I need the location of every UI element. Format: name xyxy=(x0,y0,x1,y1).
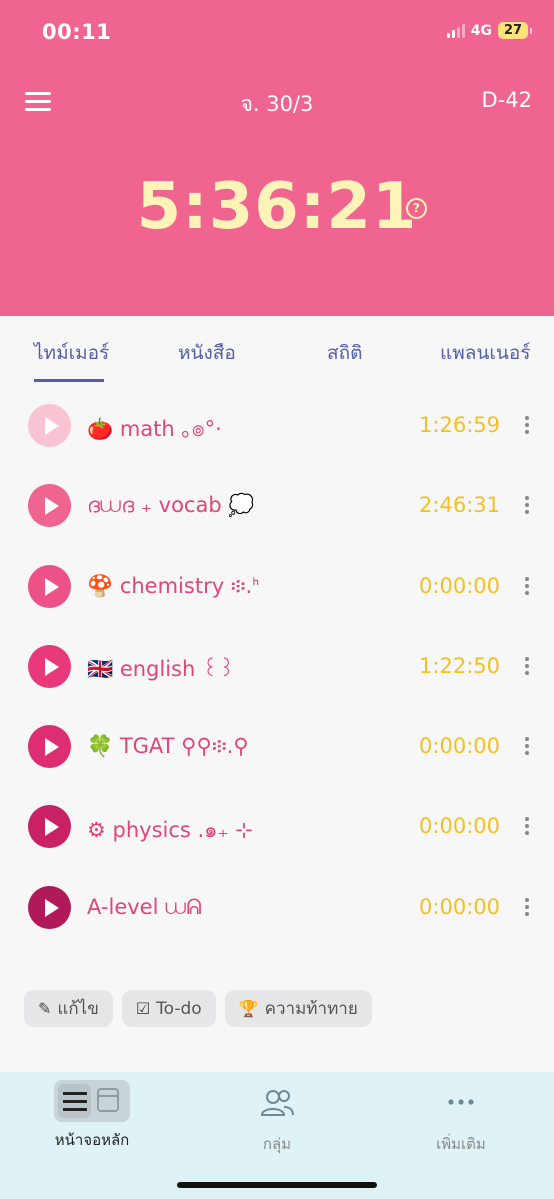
subject-row[interactable]: 🇬🇧 english ꒰꒱ 1:22:50 xyxy=(0,627,554,707)
total-timer: 5:36:21 xyxy=(136,170,418,244)
date-label: จ. 30/3 xyxy=(240,92,314,116)
subject-time: 0:00:00 xyxy=(419,894,500,919)
subject-name: 🍀 TGAT ⚲⚲፨.⚲ xyxy=(87,734,249,759)
more-options-icon[interactable] xyxy=(524,416,530,436)
header-panel: 00:11 4G 27 จ. 30/3 D-42 5:36:21 ? xyxy=(0,0,554,316)
dday-label[interactable]: D-42 xyxy=(482,88,532,112)
battery-icon: 27 xyxy=(498,22,528,39)
play-button[interactable] xyxy=(28,484,71,528)
more-options-icon[interactable] xyxy=(524,817,530,837)
tab-planner[interactable]: แพลนเนอร์ xyxy=(440,338,531,368)
network-label: 4G xyxy=(470,22,492,39)
tab-timer[interactable]: ไทม์เมอร์ xyxy=(34,338,109,368)
subject-name: A-level ⩊ᕱ xyxy=(87,894,202,919)
more-options-icon[interactable] xyxy=(524,897,530,918)
active-tab-indicator xyxy=(34,379,104,382)
battery-tip xyxy=(530,27,532,34)
subject-name: ദ⩊ദ ₊ vocab 💭 xyxy=(87,493,255,518)
bottom-nav: หน้าจอหลัก กลุ่ม เพิ่มเติม xyxy=(0,1072,554,1199)
checkbox-icon: ☑ xyxy=(135,999,151,1018)
status-time: 00:11 xyxy=(42,20,112,44)
subject-row[interactable]: 🍅 math ｡๏°· 1:26:59 xyxy=(0,386,554,466)
subject-row[interactable]: ⚙ physics .๑₊ ⊹ 0:00:00 xyxy=(0,787,554,867)
nav-more-label: เพิ่มเติม xyxy=(436,1135,486,1153)
subject-name: ⚙ physics .๑₊ ⊹ xyxy=(87,818,253,843)
subject-time: 1:26:59 xyxy=(419,413,500,437)
trophy-icon: 🏆 xyxy=(238,999,259,1018)
group-icon xyxy=(260,1090,294,1116)
subject-name: 🇬🇧 english ꒰꒱ xyxy=(87,656,235,681)
play-button[interactable] xyxy=(28,564,71,608)
nav-home[interactable]: หน้าจอหลัก xyxy=(52,1080,132,1152)
subject-time: 1:22:50 xyxy=(419,653,500,678)
challenge-button[interactable]: 🏆 ความท้าทาย xyxy=(224,990,372,1027)
signal-icon xyxy=(446,23,465,38)
nav-more[interactable]: เพิ่มเติม xyxy=(421,1080,501,1156)
more-options-icon[interactable] xyxy=(524,576,530,597)
pencil-icon: ✎ xyxy=(38,999,52,1018)
list-view-icon xyxy=(58,1084,91,1118)
challenge-label: ความท้าทาย xyxy=(264,999,358,1019)
subject-name: 🍄 chemistry ፨.ᑋ xyxy=(87,573,260,598)
action-chips: ✎ แก้ไข ☑ To-do 🏆 ความท้าทาย xyxy=(24,990,372,1027)
more-dots-icon xyxy=(448,1099,474,1105)
subject-time: 2:46:31 xyxy=(419,493,500,518)
play-button[interactable] xyxy=(28,805,71,849)
home-view-toggle[interactable] xyxy=(54,1080,130,1122)
subject-row[interactable]: A-level ⩊ᕱ 0:00:00 xyxy=(0,868,554,948)
nav-group[interactable]: กลุ่ม xyxy=(237,1080,317,1156)
play-button[interactable] xyxy=(28,404,71,447)
subject-list: 🍅 math ｡๏°· 1:26:59 ദ⩊ദ ₊ vocab 💭 2:46:3… xyxy=(0,386,554,948)
more-options-icon[interactable] xyxy=(524,656,530,677)
edit-button[interactable]: ✎ แก้ไข xyxy=(24,990,113,1027)
tab-bar: ไทม์เมอร์ หนังสือ สถิติ แพลนเนอร์ xyxy=(0,316,554,386)
subject-name: 🍅 math ｡๏°· xyxy=(87,417,222,441)
nav-home-label: หน้าจอหลัก xyxy=(54,1131,130,1149)
subject-row[interactable]: ദ⩊ദ ₊ vocab 💭 2:46:31 xyxy=(0,466,554,546)
status-indicators: 4G 27 xyxy=(446,22,532,39)
subject-time: 0:00:00 xyxy=(419,734,500,759)
subject-time: 0:00:00 xyxy=(419,814,500,839)
more-options-icon[interactable] xyxy=(524,496,530,516)
play-button[interactable] xyxy=(28,725,71,769)
subject-time: 0:00:00 xyxy=(419,573,500,598)
tab-stats[interactable]: สถิติ xyxy=(327,338,362,368)
tab-books[interactable]: หนังสือ xyxy=(178,338,236,368)
play-button[interactable] xyxy=(28,644,71,688)
subject-row[interactable]: 🍄 chemistry ፨.ᑋ 0:00:00 xyxy=(0,547,554,627)
todo-label: To-do xyxy=(156,998,202,1019)
more-options-icon[interactable] xyxy=(524,737,530,757)
subject-row[interactable]: 🍀 TGAT ⚲⚲፨.⚲ 0:00:00 xyxy=(0,707,554,787)
play-button[interactable] xyxy=(28,885,71,929)
calendar-icon xyxy=(97,1088,119,1112)
todo-button[interactable]: ☑ To-do xyxy=(121,990,216,1027)
question-circle-icon[interactable]: ? xyxy=(406,198,427,219)
home-indicator xyxy=(177,1182,377,1188)
edit-label: แก้ไข xyxy=(57,999,99,1019)
nav-group-label: กลุ่ม xyxy=(262,1135,292,1153)
